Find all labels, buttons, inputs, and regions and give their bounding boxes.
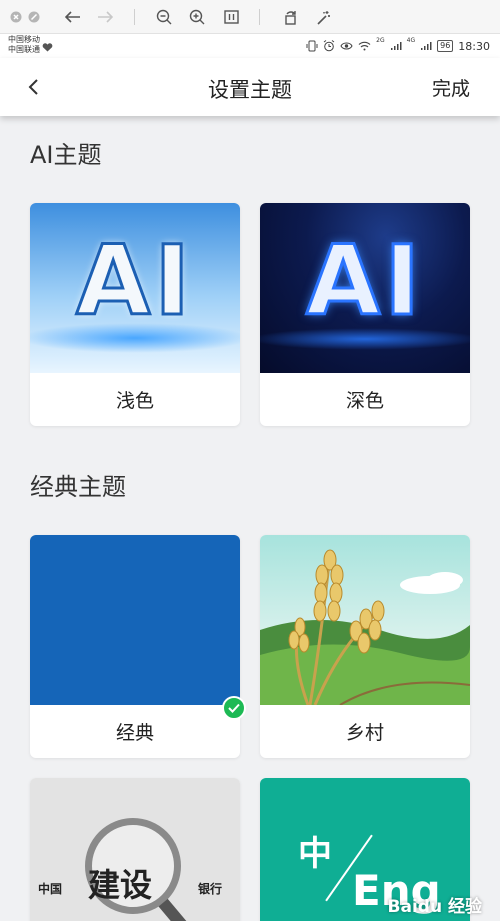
fit-size-icon[interactable]	[220, 0, 242, 34]
signal-icon	[390, 42, 402, 50]
rural-theme-preview	[260, 535, 470, 705]
baidu-watermark: Baidu 经验	[387, 897, 482, 917]
vibrate-icon	[306, 40, 318, 52]
wheat-field-illustration	[260, 549, 470, 705]
theme-card-rural[interactable]: 乡村	[260, 535, 470, 758]
lang-chinese-char: 中	[298, 834, 332, 874]
wifi-icon	[358, 41, 371, 51]
network-2g-label: 2G	[376, 37, 385, 44]
bank-name-right: 银行	[198, 882, 223, 896]
app-header: 设置主题 完成	[0, 58, 500, 116]
toolbar-divider	[259, 9, 260, 25]
selected-check-icon	[222, 696, 246, 720]
forward-arrow-icon[interactable]	[94, 0, 116, 34]
theme-label-dark: 深色	[345, 390, 384, 412]
zoom-in-icon[interactable]	[186, 0, 208, 34]
carrier-2: 中国联通	[8, 45, 40, 54]
theme-card-light[interactable]: AI 浅色	[30, 203, 240, 426]
ai-logo-dark: AI	[304, 224, 424, 339]
battery-level: 96	[437, 40, 454, 52]
bank-theme-preview: 中国 建设 银行	[30, 778, 240, 921]
carrier-info: 中国移动 中国联通	[8, 35, 53, 55]
bank-name-center: 建设	[88, 866, 153, 904]
magic-wand-icon[interactable]	[312, 0, 334, 34]
page-title: 设置主题	[208, 78, 292, 102]
zoom-out-icon[interactable]	[153, 0, 175, 34]
rotate-icon[interactable]	[279, 0, 301, 34]
image-viewer-toolbar	[0, 0, 500, 34]
light-theme-preview: AI	[30, 203, 240, 373]
ai-logo-light: AI	[74, 224, 194, 339]
theme-label-light: 浅色	[115, 390, 154, 412]
dark-theme-preview: AI	[260, 203, 470, 373]
close-window-icon[interactable]	[8, 0, 24, 34]
health-heart-icon	[42, 42, 53, 51]
minimize-window-icon[interactable]	[26, 0, 42, 34]
status-bar: 中国移动 中国联通 2G 4G 96 18:30	[0, 34, 500, 58]
section-title-ai: AI主题	[30, 141, 102, 169]
signal-icon	[421, 42, 432, 50]
back-arrow-icon[interactable]	[62, 0, 84, 34]
toolbar-divider	[134, 9, 135, 25]
theme-label-rural: 乡村	[345, 722, 384, 744]
alarm-icon	[323, 40, 335, 52]
theme-card-dark[interactable]: AI 深色	[260, 203, 470, 426]
theme-card-bank[interactable]: 中国 建设 银行	[30, 778, 240, 921]
status-icons: 2G 4G 96 18:30	[306, 34, 490, 58]
network-4g-label: 4G	[406, 37, 416, 44]
classic-theme-preview	[30, 535, 240, 705]
theme-card-classic[interactable]: 经典	[30, 535, 240, 758]
clock: 18:30	[458, 39, 490, 53]
bank-name-left: 中国	[38, 882, 63, 896]
magnifier-handle	[158, 898, 194, 921]
eye-icon	[340, 42, 353, 50]
theme-label-classic: 经典	[115, 722, 154, 744]
done-button[interactable]: 完成	[432, 74, 470, 101]
section-title-classic: 经典主题	[30, 473, 126, 501]
